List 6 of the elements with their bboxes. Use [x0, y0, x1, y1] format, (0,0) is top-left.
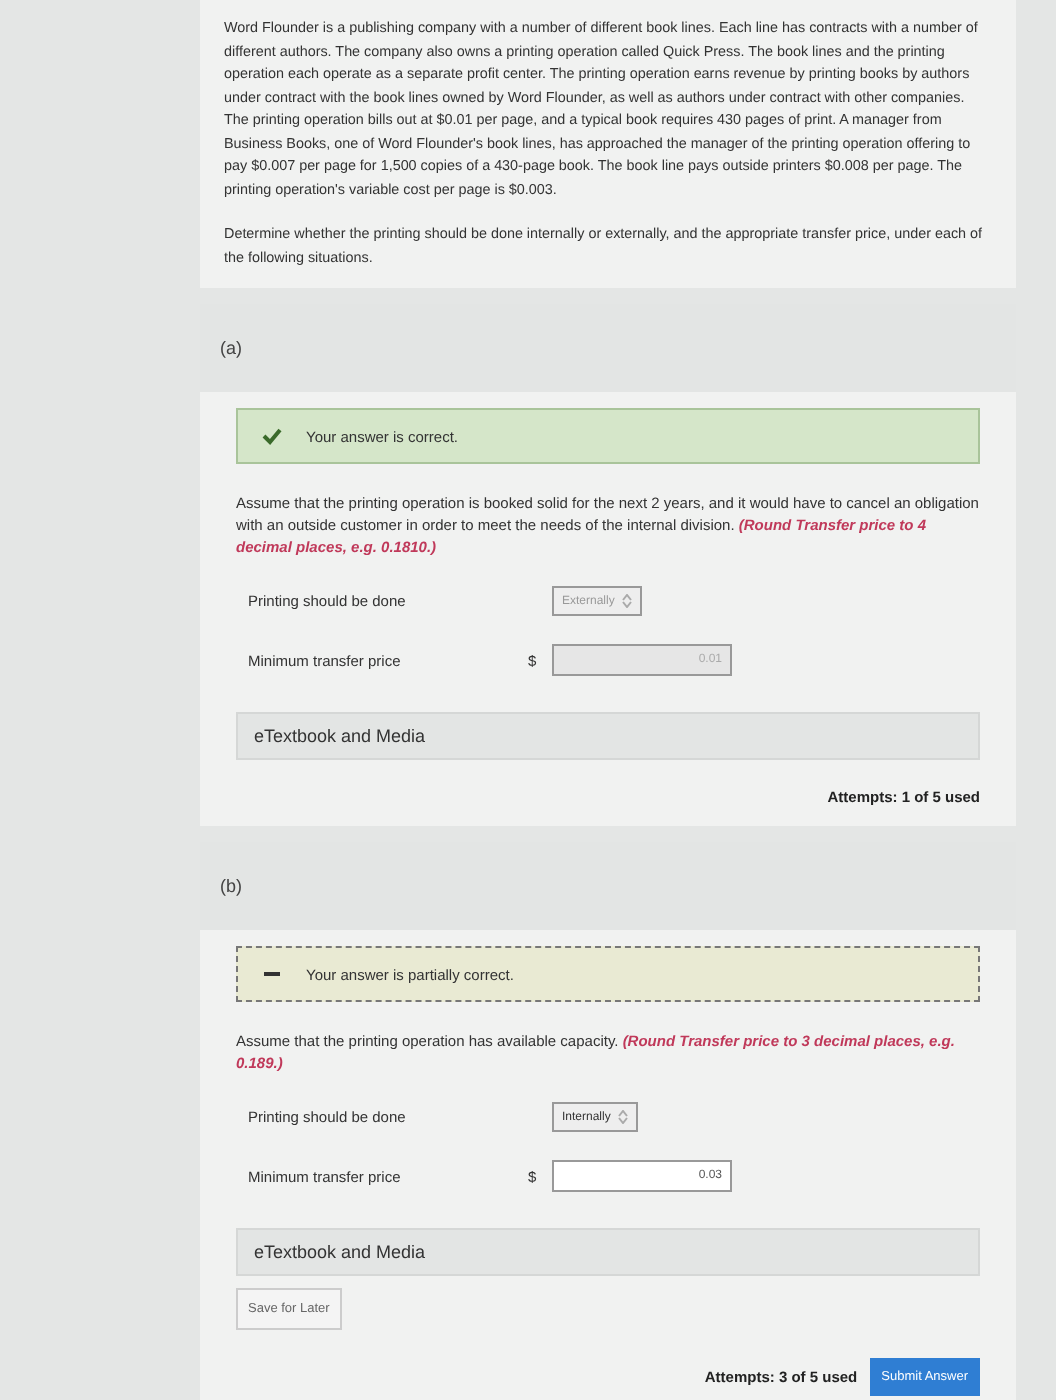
part-label: (a) — [220, 338, 242, 358]
dropdown-arrows-icon — [622, 594, 633, 608]
part-label: (b) — [220, 876, 242, 896]
check-icon — [262, 426, 282, 446]
dropdown-arrows-icon — [618, 1110, 629, 1124]
media-bar[interactable]: eTextbook and Media — [236, 1228, 980, 1276]
